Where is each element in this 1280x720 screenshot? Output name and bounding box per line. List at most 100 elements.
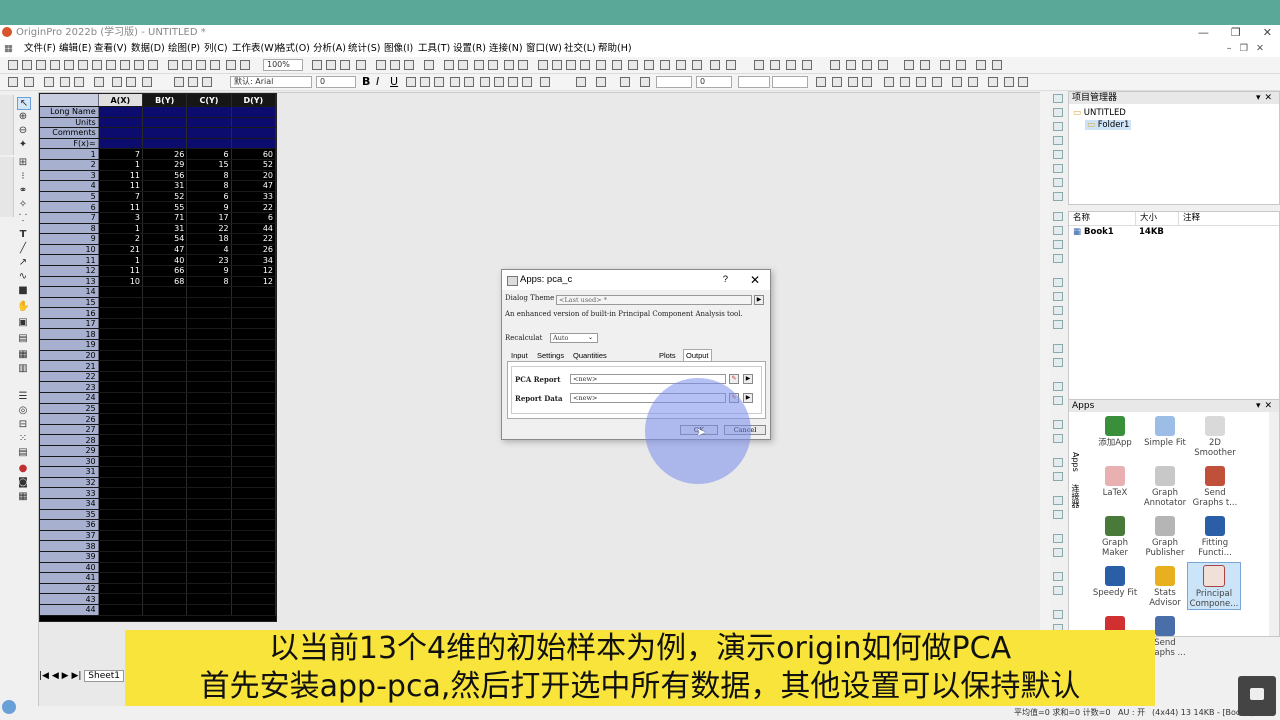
set-label-icon[interactable]	[770, 60, 780, 70]
data-cell[interactable]	[231, 350, 276, 362]
data-cell[interactable]: 17	[186, 212, 232, 224]
data-cell[interactable]	[231, 530, 276, 542]
label-cell[interactable]	[142, 106, 188, 118]
rescale-to-show-all-icon[interactable]	[1053, 212, 1063, 221]
paste-icon[interactable]	[202, 77, 212, 87]
data-cell[interactable]	[98, 286, 144, 298]
row-header[interactable]: 9	[40, 233, 99, 245]
status-au[interactable]: AU : 开	[1118, 706, 1145, 720]
contents-row-book1[interactable]: ▦ Book1 14KB	[1069, 226, 1279, 239]
app-latex[interactable]: LaTeX	[1089, 464, 1141, 498]
data-cell[interactable]: 6	[231, 212, 276, 224]
app-simple-fit[interactable]: Simple Fit	[1139, 414, 1191, 448]
ungroup-graph-icon[interactable]	[1053, 358, 1063, 367]
grid-tool-icon[interactable]: ▦	[17, 491, 29, 502]
data-cell[interactable]	[186, 339, 232, 351]
menu-file[interactable]: 文件(F)	[24, 40, 56, 57]
apps-side-tab[interactable]: Apps	[1069, 452, 1081, 472]
add-right-axis-icon[interactable]	[1053, 108, 1063, 117]
label-row-header[interactable]: Units	[40, 117, 99, 129]
data-cell[interactable]: 52	[231, 159, 276, 171]
data-cell[interactable]	[142, 477, 188, 489]
data-cell[interactable]: 11	[98, 180, 144, 192]
unstack-icon[interactable]	[956, 60, 966, 70]
data-cell[interactable]: 22	[186, 223, 232, 235]
notes-tool-icon[interactable]: ▤	[17, 447, 29, 458]
data-cell[interactable]	[231, 318, 276, 330]
data-cell[interactable]: 1	[98, 223, 144, 235]
data-cell[interactable]	[98, 307, 144, 319]
rescale-x-icon[interactable]	[1053, 226, 1063, 235]
data-cell[interactable]	[186, 572, 232, 584]
align-right-graph-icon[interactable]	[1053, 292, 1063, 301]
row-header[interactable]: 39	[40, 551, 99, 563]
set-column-values-icon[interactable]	[628, 60, 638, 70]
data-cell[interactable]	[142, 392, 188, 404]
data-cell[interactable]	[231, 456, 276, 468]
add-table-icon[interactable]	[1053, 548, 1063, 557]
data-cell[interactable]: 11	[98, 201, 144, 213]
data-cell[interactable]	[186, 434, 232, 446]
new-report-icon[interactable]	[148, 60, 158, 70]
label-row-header[interactable]: Comments	[40, 127, 99, 139]
row-header[interactable]: 29	[40, 445, 99, 457]
row-header[interactable]: 37	[40, 530, 99, 542]
move-column-left-icon[interactable]	[846, 60, 856, 70]
label-cell[interactable]	[98, 106, 144, 118]
row-header[interactable]: 6	[40, 201, 99, 213]
text-direction-icon[interactable]	[540, 77, 550, 87]
data-cell[interactable]	[231, 392, 276, 404]
data-cell[interactable]	[142, 328, 188, 341]
data-cell[interactable]: 7	[98, 148, 144, 160]
apps-scrollbar[interactable]	[1269, 412, 1279, 636]
list-tool-icon[interactable]: ☰	[17, 391, 29, 402]
data-cell[interactable]	[186, 562, 232, 574]
label-cell[interactable]	[186, 127, 232, 139]
data-cell[interactable]	[231, 551, 276, 563]
move-column-first-icon[interactable]	[830, 60, 840, 70]
data-cell[interactable]	[98, 551, 144, 563]
add-legend-icon[interactable]	[1053, 136, 1063, 145]
greek-icon[interactable]	[434, 77, 444, 87]
minimize-button[interactable]: —	[1198, 25, 1209, 40]
row-header[interactable]: 14	[40, 286, 99, 298]
screen-reader-tool-icon[interactable]: ⊞	[17, 157, 29, 168]
data-cell[interactable]	[142, 530, 188, 542]
pattern-icon[interactable]	[596, 77, 606, 87]
data-cell[interactable]: 26	[231, 244, 276, 256]
set-error-icon[interactable]	[786, 60, 796, 70]
merge-icon[interactable]	[992, 60, 1002, 70]
unit-tool-icon[interactable]: ▦	[17, 349, 29, 360]
data-cell[interactable]	[186, 593, 232, 605]
label-row-header[interactable]: Long Name	[40, 106, 99, 118]
data-cell[interactable]	[231, 540, 276, 552]
layer-icon[interactable]	[8, 77, 18, 87]
data-cell[interactable]	[98, 509, 144, 521]
data-cell[interactable]	[98, 530, 144, 542]
new-excel-icon[interactable]	[134, 60, 144, 70]
data-cell[interactable]	[142, 509, 188, 521]
data-cell[interactable]	[186, 604, 232, 616]
data-cell[interactable]	[231, 562, 276, 574]
rescale-icon[interactable]	[356, 60, 366, 70]
data-cell[interactable]: 10	[98, 276, 144, 288]
curve-tool-icon[interactable]: ∿	[17, 271, 29, 282]
symbol-shape-select[interactable]	[772, 76, 808, 88]
data-cell[interactable]	[98, 487, 144, 499]
panel-controls[interactable]: ▾✕	[1256, 92, 1276, 104]
font-color-icon[interactable]	[522, 77, 532, 87]
menu-format[interactable]: 格式(O)	[276, 40, 310, 57]
row-stats-icon[interactable]	[596, 60, 606, 70]
data-cell[interactable]	[98, 434, 144, 446]
row-header[interactable]: 10	[40, 244, 99, 256]
sheet-nav-next[interactable]: ▶	[62, 671, 69, 681]
data-cell[interactable]	[231, 445, 276, 457]
split-icon[interactable]	[976, 60, 986, 70]
row-header[interactable]: 43	[40, 593, 99, 605]
data-cell[interactable]	[142, 487, 188, 499]
data-cell[interactable]: 66	[142, 265, 188, 277]
set-y-icon[interactable]	[726, 60, 736, 70]
data-cell[interactable]	[98, 604, 144, 616]
fill-column-icon[interactable]	[692, 60, 702, 70]
menu-analysis[interactable]: 分析(A)	[313, 40, 346, 57]
